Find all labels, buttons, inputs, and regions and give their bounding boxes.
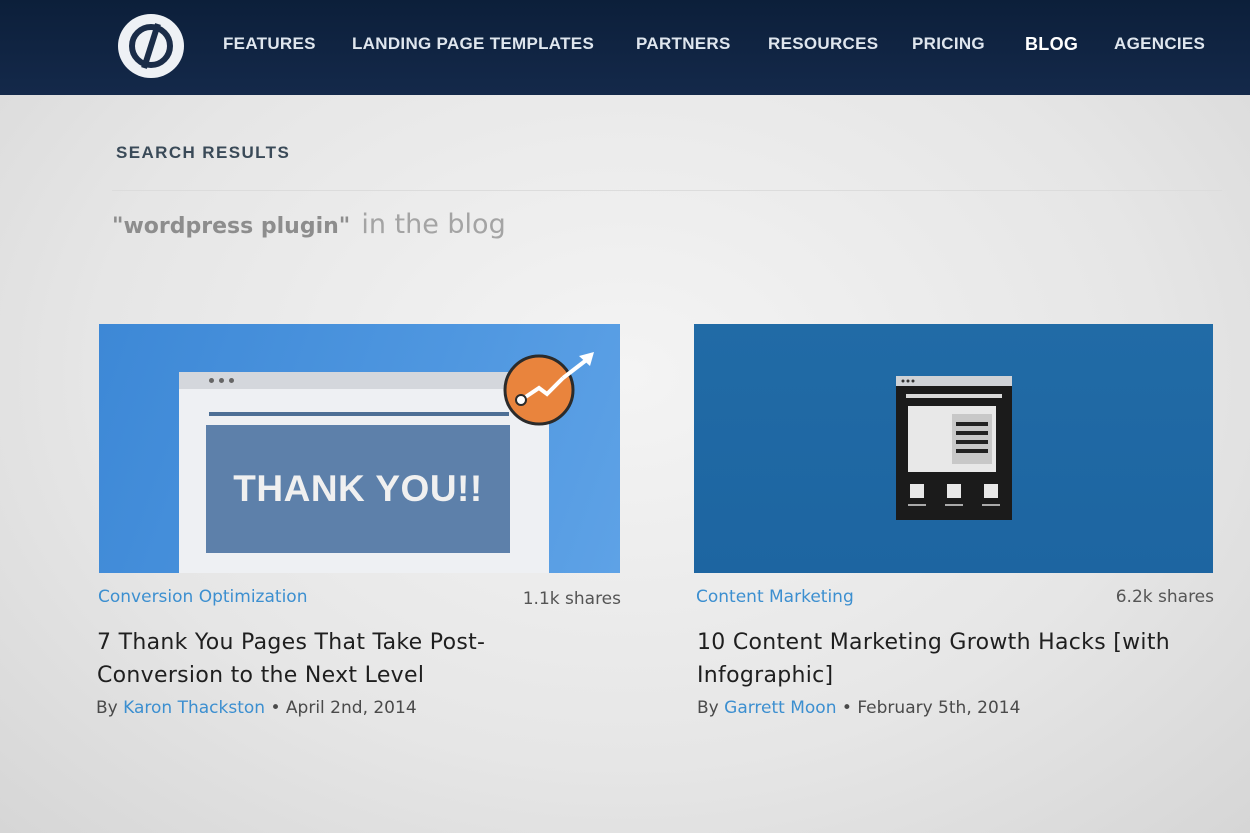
author-link[interactable]: Garrett Moon — [724, 698, 836, 718]
search-query-suffix: in the blog — [361, 209, 506, 240]
thank-you-text: THANK YOU!! — [233, 468, 483, 509]
post-share-count: 6.2k shares — [1115, 587, 1214, 607]
post-date: February 5th, 2014 — [857, 698, 1021, 718]
post-share-count: 1.1k shares — [522, 589, 621, 609]
post-byline: By Karon Thackston • April 2nd, 2014 — [96, 698, 417, 718]
post-thumbnail[interactable]: THANK YOU!! — [99, 324, 620, 573]
byline-separator: • — [270, 698, 281, 718]
post-title-link[interactable]: 10 Content Marketing Growth Hacks [with … — [697, 626, 1217, 692]
infographic-device-icon — [896, 376, 1012, 520]
byline-by: By — [697, 698, 719, 718]
top-nav: FEATURES LANDING PAGE TEMPLATES PARTNERS… — [0, 0, 1250, 95]
byline-separator: • — [841, 698, 852, 718]
nav-agencies[interactable]: AGENCIES — [1114, 34, 1205, 54]
nav-features[interactable]: FEATURES — [223, 34, 316, 54]
divider — [112, 190, 1222, 191]
nav-landing-page-templates[interactable]: LANDING PAGE TEMPLATES — [352, 34, 594, 54]
thank-you-banner: THANK YOU!! — [206, 425, 510, 553]
window-dot-icon — [229, 378, 234, 383]
author-link[interactable]: Karon Thackston — [123, 698, 265, 718]
nav-partners[interactable]: PARTNERS — [636, 34, 731, 54]
post-byline: By Garrett Moon • February 5th, 2014 — [697, 698, 1020, 718]
window-dot-icon — [219, 378, 224, 383]
browser-titlebar — [179, 372, 549, 389]
unbounce-logo-icon[interactable] — [118, 14, 184, 78]
post-date: April 2nd, 2014 — [285, 698, 417, 718]
post-category-link[interactable]: Content Marketing — [696, 587, 854, 607]
window-dot-icon — [209, 378, 214, 383]
nav-resources[interactable]: RESOURCES — [768, 34, 878, 54]
post-thumbnail[interactable] — [694, 324, 1213, 573]
search-results-heading: SEARCH RESULTS — [116, 143, 291, 162]
byline-by: By — [96, 698, 118, 718]
nav-pricing[interactable]: PRICING — [912, 34, 985, 54]
post-category-link[interactable]: Conversion Optimization — [98, 587, 307, 607]
search-query-line: "wordpress plugin" in the blog — [112, 209, 506, 240]
browser-illustration: THANK YOU!! — [179, 372, 549, 573]
post-title-link[interactable]: 7 Thank You Pages That Take Post-Convers… — [97, 626, 567, 692]
browser-content-line — [209, 412, 509, 416]
nav-blog[interactable]: BLOG — [1025, 34, 1078, 55]
growth-chart-icon — [503, 352, 594, 426]
search-query-term: "wordpress plugin" — [112, 214, 351, 239]
